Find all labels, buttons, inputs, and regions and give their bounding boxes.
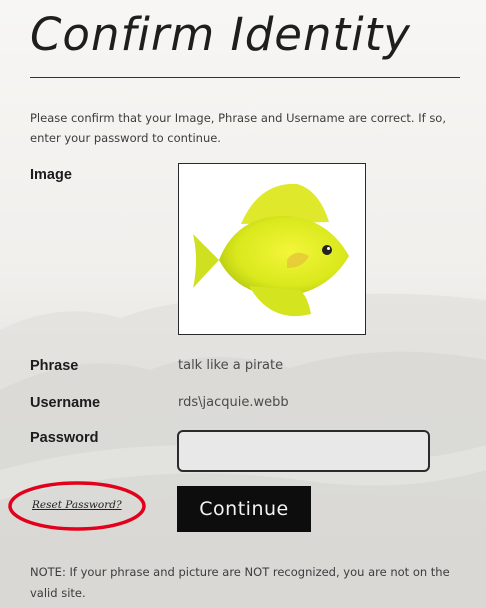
username-value: rds\jacquie.webb [178,395,289,410]
username-label: Username [30,395,101,411]
security-image [178,163,366,335]
phishing-note: NOTE: If your phrase and picture are NOT… [30,565,450,600]
yellow-tang-fish-icon [193,183,349,317]
continue-button[interactable]: Continue [177,486,311,532]
page-title: Confirm Identity [30,8,411,61]
image-label: Image [30,167,72,183]
title-divider [30,77,460,78]
phrase-label: Phrase [30,358,79,374]
reset-password-link[interactable]: Reset Password? [32,499,122,511]
intro-text: Please confirm that your Image, Phrase a… [30,111,446,145]
password-input[interactable] [177,430,430,472]
password-label: Password [30,430,99,446]
phrase-value: talk like a pirate [178,358,284,373]
